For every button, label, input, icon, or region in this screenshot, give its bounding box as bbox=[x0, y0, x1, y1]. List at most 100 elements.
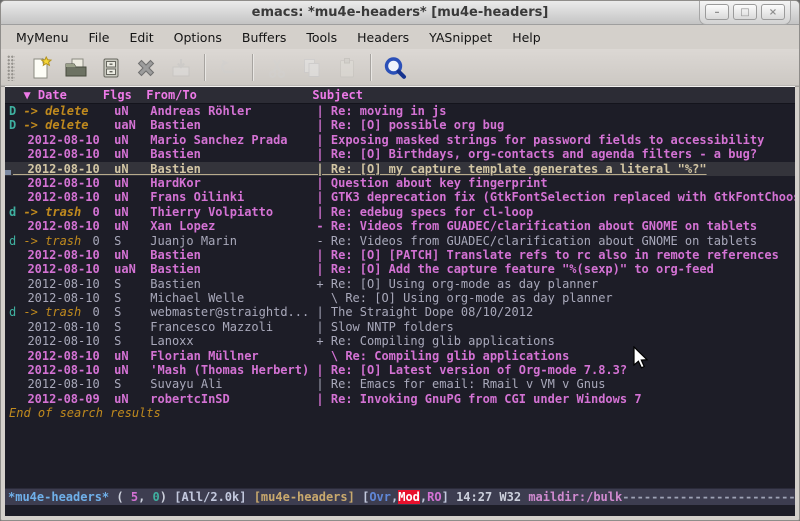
row-segment-target: -> trash bbox=[23, 234, 81, 248]
emacs-window: emacs: *mu4e-headers* [mu4e-headers] –□×… bbox=[0, 0, 800, 521]
modeline-plain: , bbox=[138, 490, 152, 504]
row-segment-row: 2012-08-10 uN Florian Müllner \ Re: Comp… bbox=[9, 349, 569, 363]
message-row[interactable]: 2012-08-10 S Francesco Mazzoli | Slow NN… bbox=[5, 320, 795, 334]
modeline-plain: 14:27 W32 bbox=[456, 490, 528, 504]
row-segment-row: 2012-08-10 S Suvayu Ali | Re: Emacs for … bbox=[9, 377, 605, 391]
row-segment-row: 2012-08-10 uN Mario Sanchez Prada | Expo… bbox=[9, 133, 764, 147]
menu-options[interactable]: Options bbox=[164, 26, 232, 49]
undo-icon bbox=[213, 52, 244, 83]
row-segment-target: -> delete bbox=[23, 118, 95, 132]
row-segment-row: 2012-08-10 uN Bastien | Re: [O] [PATCH] … bbox=[9, 248, 779, 262]
row-segment-row: 0 S Juanjo Marin - Re: Videos from GUADE… bbox=[81, 234, 757, 248]
modeline-pale: ] bbox=[442, 490, 456, 504]
message-row[interactable]: 2012-08-10 S Bastien + Re: [O] Using org… bbox=[5, 277, 795, 291]
menu-headers[interactable]: Headers bbox=[347, 26, 419, 49]
message-row[interactable]: 2012-08-10 uaN Bastien | Re: [O] Add the… bbox=[5, 262, 795, 276]
row-segment-row: 2012-08-10 S Bastien + Re: [O] Using org… bbox=[9, 277, 598, 291]
row-segment-target: -> trash bbox=[23, 205, 81, 219]
menu-tools[interactable]: Tools bbox=[296, 26, 347, 49]
menu-yasnippet[interactable]: YASnippet bbox=[419, 26, 502, 49]
modeline-dashes: -------------------------------- bbox=[622, 490, 795, 504]
headers-column-header[interactable]: ▼ Date Flgs From/To Subject bbox=[5, 87, 795, 104]
row-segment-row: 2012-08-10 uaN Bastien | Re: [O] Add the… bbox=[9, 262, 714, 276]
message-row[interactable]: 2012-08-10 S Lanoxx + Re: Compiling glib… bbox=[5, 334, 795, 348]
row-segment-row: 0 uN Thierry Volpiatto | Re: edebug spec… bbox=[81, 205, 533, 219]
message-row[interactable]: d -> trash 0 S webmaster@straightd... | … bbox=[5, 305, 795, 319]
message-row[interactable]: 2012-08-10 uN Mario Sanchez Prada | Expo… bbox=[5, 133, 795, 147]
message-row[interactable]: 2012-08-10 S Michael Welle \ Re: [O] Usi… bbox=[5, 291, 795, 305]
message-row[interactable]: 2012-08-10 uN Frans Oilinki | GTK3 depre… bbox=[5, 190, 795, 204]
message-list: D -> delete uN Andreas Röhler | Re: movi… bbox=[5, 104, 795, 406]
message-row[interactable]: 2012-08-10 uN HardKor | Question about k… bbox=[5, 176, 795, 190]
row-segment-row: uN Andreas Röhler | Re: moving in js bbox=[96, 104, 447, 118]
file-cabinet-icon[interactable] bbox=[95, 52, 126, 83]
echo-area-minibuffer[interactable] bbox=[5, 505, 795, 516]
end-of-results-text: End of search results bbox=[5, 406, 795, 420]
menu-bar: MyMenuFileEditOptionsBuffersToolsHeaders… bbox=[1, 25, 799, 49]
cut-icon bbox=[261, 52, 292, 83]
row-segment-row: 2012-08-10 uN Frans Oilinki | GTK3 depre… bbox=[9, 190, 795, 204]
close-x-icon[interactable] bbox=[130, 52, 161, 83]
row-segment-target: -> trash bbox=[23, 305, 81, 319]
window-controls: –□× bbox=[699, 1, 791, 25]
row-segment-row: 2012-08-10 uN Xan Lopez - Re: Videos fro… bbox=[9, 219, 757, 233]
window-title: emacs: *mu4e-headers* [mu4e-headers] bbox=[252, 5, 549, 20]
message-row[interactable]: 2012-08-10 uN Xan Lopez - Re: Videos fro… bbox=[5, 219, 795, 233]
message-row[interactable]: 2012-08-10 uN Bastien | Re: [O] Birthday… bbox=[5, 147, 795, 161]
modeline-teal: 0 bbox=[153, 490, 160, 504]
row-segment-row: 2012-08-10 uN Bastien | Re: [O] my captu… bbox=[9, 162, 707, 176]
minimize-button[interactable]: – bbox=[705, 4, 729, 20]
modeline-query: maildir:/bulk bbox=[528, 490, 622, 504]
modeline-pink: RO bbox=[427, 490, 441, 504]
title-bar[interactable]: emacs: *mu4e-headers* [mu4e-headers] –□× bbox=[1, 1, 799, 25]
menu-edit[interactable]: Edit bbox=[119, 26, 163, 49]
modeline-plain: ( bbox=[109, 490, 131, 504]
row-segment-row: 2012-08-10 uN Bastien | Re: [O] Birthday… bbox=[9, 147, 757, 161]
menu-help[interactable]: Help bbox=[502, 26, 551, 49]
fringe-position-marker bbox=[5, 170, 11, 175]
toolbar-drag-handle[interactable] bbox=[7, 55, 15, 81]
modeline-blue: Ovr bbox=[369, 490, 391, 504]
row-segment-row: 2012-08-10 S Francesco Mazzoli | Slow NN… bbox=[9, 320, 454, 334]
menu-buffers[interactable]: Buffers bbox=[232, 26, 296, 49]
message-row[interactable]: D -> delete uN Andreas Röhler | Re: movi… bbox=[5, 104, 795, 118]
search-icon[interactable] bbox=[379, 52, 410, 83]
modeline-pink: 5 bbox=[131, 490, 138, 504]
row-segment-row: uaN Bastien | Re: [O] possible org bug bbox=[96, 118, 505, 132]
modeline-plain: ) bbox=[160, 490, 174, 504]
toolbar-separator bbox=[370, 54, 371, 81]
mode-line[interactable]: *mu4e-headers* ( 5, 0) [All/2.0k] [mu4e-… bbox=[5, 488, 795, 506]
row-segment-mark: d bbox=[9, 234, 23, 248]
tool-bar bbox=[1, 49, 799, 87]
row-segment-row: 2012-08-10 uN 'Mash (Thomas Herbert) | R… bbox=[9, 363, 627, 377]
message-row[interactable]: d -> trash 0 uN Thierry Volpiatto | Re: … bbox=[5, 205, 795, 219]
menu-mymenu[interactable]: MyMenu bbox=[6, 26, 79, 49]
modeline-tan: [mu4e-headers] bbox=[254, 490, 362, 504]
close-button[interactable]: × bbox=[761, 4, 785, 20]
new-file-icon[interactable] bbox=[25, 52, 56, 83]
message-row[interactable]: 2012-08-09 uN robertcInSD | Re: Invoking… bbox=[5, 392, 795, 406]
row-segment-mark: d bbox=[9, 305, 23, 319]
save-icon bbox=[165, 52, 196, 83]
message-row[interactable]: 2012-08-10 uN 'Mash (Thomas Herbert) | R… bbox=[5, 363, 795, 377]
menu-file[interactable]: File bbox=[79, 26, 120, 49]
toolbar-separator bbox=[252, 54, 253, 81]
row-segment-mark: D bbox=[9, 104, 23, 118]
message-row[interactable]: D -> delete uaN Bastien | Re: [O] possib… bbox=[5, 118, 795, 132]
row-segment-target: -> delete bbox=[23, 104, 95, 118]
open-folder-icon[interactable] bbox=[60, 52, 91, 83]
message-row[interactable]: 2012-08-10 uN Florian Müllner \ Re: Comp… bbox=[5, 349, 795, 363]
toolbar-separator bbox=[204, 54, 205, 81]
message-row-current[interactable]: 2012-08-10 uN Bastien | Re: [O] my captu… bbox=[5, 162, 795, 176]
row-segment-row: 2012-08-09 uN robertcInSD | Re: Invoking… bbox=[9, 392, 642, 406]
paste-icon bbox=[331, 52, 362, 83]
message-row[interactable]: d -> trash 0 S Juanjo Marin - Re: Videos… bbox=[5, 234, 795, 248]
copy-icon bbox=[296, 52, 327, 83]
row-segment-row: 0 S webmaster@straightd... | The Straigh… bbox=[81, 305, 533, 319]
row-segment-row: 2012-08-10 S Michael Welle \ Re: [O] Usi… bbox=[9, 291, 613, 305]
message-row[interactable]: 2012-08-10 uN Bastien | Re: [O] [PATCH] … bbox=[5, 248, 795, 262]
maximize-button[interactable]: □ bbox=[733, 4, 757, 20]
row-segment-row: 2012-08-10 S Lanoxx + Re: Compiling glib… bbox=[9, 334, 555, 348]
message-row[interactable]: 2012-08-10 S Suvayu Ali | Re: Emacs for … bbox=[5, 377, 795, 391]
mu4e-headers-buffer: ▼ Date Flgs From/To Subject D -> delete … bbox=[5, 86, 795, 516]
